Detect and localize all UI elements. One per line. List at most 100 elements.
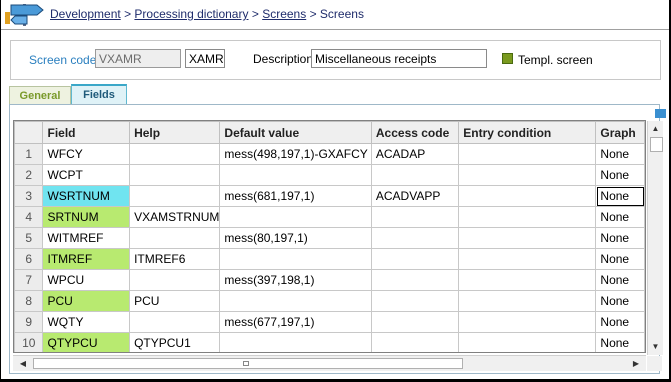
scroll-grip-icon (243, 361, 249, 366)
templ-screen-checkbox[interactable] (502, 53, 513, 64)
cell-help[interactable]: PCU (129, 290, 221, 312)
table-row[interactable]: 7 WPCU mess(397,198,1) None (14, 269, 645, 291)
cell-help[interactable] (129, 185, 221, 207)
column-header-graph[interactable]: Graph (595, 121, 645, 144)
cell-access-code[interactable] (370, 227, 460, 249)
table-row[interactable]: 4 SRTNUM VXAMSTRNUM None (14, 206, 645, 228)
cell-entry-condition[interactable] (458, 206, 597, 228)
column-header-access-code[interactable]: Access code (370, 121, 460, 144)
cell-access-code[interactable] (370, 269, 460, 291)
breadcrumb-separator: > (309, 7, 317, 21)
cell-help[interactable]: QTYPCU1 (129, 332, 221, 352)
cell-field[interactable]: WFCY (42, 143, 131, 165)
panel-menu-icon[interactable] (655, 109, 666, 118)
cell-entry-condition[interactable] (458, 164, 597, 186)
cell-entry-condition[interactable] (458, 227, 597, 249)
cell-default-value[interactable] (219, 164, 372, 186)
cell-graph[interactable]: None (595, 164, 645, 186)
table-row[interactable]: 6 ITMREF ITMREF6 None (14, 248, 645, 270)
cell-graph[interactable]: None (595, 332, 645, 352)
cell-help[interactable] (129, 311, 221, 333)
row-number-header (14, 121, 44, 144)
column-header-help[interactable]: Help (129, 121, 221, 144)
tab-general[interactable]: General (9, 86, 71, 104)
cell-entry-condition[interactable] (458, 332, 597, 352)
cell-graph[interactable]: None (595, 248, 645, 270)
table-row[interactable]: 9 WQTY mess(677,197,1) None (14, 311, 645, 333)
cell-access-code[interactable] (370, 164, 460, 186)
cell-field[interactable]: ITMREF (42, 248, 131, 270)
table-row[interactable]: 1 WFCY mess(498,197,1)-GXAFCY ACADAP None (14, 143, 645, 165)
arrow-up-icon[interactable]: ▲ (649, 122, 662, 136)
description-field[interactable]: Miscellaneous receipts (311, 49, 487, 68)
cell-entry-condition[interactable] (458, 311, 597, 333)
cell-entry-condition[interactable] (458, 143, 597, 165)
cell-field[interactable]: WITMREF (42, 227, 131, 249)
tab-fields[interactable]: Fields (71, 84, 127, 105)
breadcrumb-processing-dictionary[interactable]: Processing dictionary (134, 7, 248, 21)
cell-graph[interactable]: None (595, 311, 645, 333)
horizontal-scroll-thumb[interactable] (33, 358, 463, 369)
cell-access-code[interactable] (370, 332, 460, 352)
cell-entry-condition[interactable] (458, 269, 597, 291)
cell-field[interactable]: WQTY (42, 311, 131, 333)
cell-access-code[interactable]: ACADVAPP (370, 185, 460, 207)
screen-code-field[interactable]: VXAMR (95, 49, 181, 68)
vertical-scrollbar[interactable]: ▲ ▼ (647, 121, 663, 355)
table-row[interactable]: 8 PCU PCU None (14, 290, 645, 312)
cell-field[interactable]: WPCU (42, 269, 131, 291)
cell-graph[interactable]: None (595, 143, 645, 165)
cell-default-value[interactable]: mess(677,197,1) (219, 311, 372, 333)
cell-access-code[interactable]: ACADAP (370, 143, 460, 165)
cell-graph[interactable]: None (595, 227, 645, 249)
cell-access-code[interactable] (370, 290, 460, 312)
cell-default-value[interactable] (219, 206, 372, 228)
cell-help[interactable]: VXAMSTRNUM (129, 206, 221, 228)
cell-default-value[interactable]: mess(498,197,1)-GXAFCY (219, 143, 372, 165)
arrow-left-icon[interactable]: ◀ (16, 356, 30, 371)
cell-access-code[interactable] (370, 248, 460, 270)
cell-access-code[interactable] (370, 206, 460, 228)
cell-access-code[interactable] (370, 311, 460, 333)
cell-help[interactable] (129, 227, 221, 249)
cell-help[interactable] (129, 164, 221, 186)
cell-field[interactable]: SRTNUM (42, 206, 131, 228)
table-row[interactable]: 3 WSRTNUM mess(681,197,1) ACADVAPP None (14, 185, 645, 207)
cell-entry-condition[interactable] (458, 248, 597, 270)
breadcrumb-screens[interactable]: Screens (262, 7, 306, 21)
cell-help[interactable] (129, 143, 221, 165)
column-header-default-value[interactable]: Default value (219, 121, 372, 144)
cell-default-value[interactable] (219, 290, 372, 312)
cell-default-value[interactable]: mess(681,197,1) (219, 185, 372, 207)
cell-default-value[interactable] (219, 332, 372, 352)
table-row[interactable]: 5 WITMREF mess(80,197,1) None (14, 227, 645, 249)
breadcrumb: Development > Processing dictionary > Sc… (50, 7, 364, 21)
cell-graph[interactable]: None (595, 206, 645, 228)
row-number: 5 (14, 227, 44, 249)
cell-entry-condition[interactable] (458, 290, 597, 312)
cell-graph[interactable]: None (595, 290, 645, 312)
breadcrumb-development[interactable]: Development (50, 7, 121, 21)
cell-field[interactable]: WCPT (42, 164, 131, 186)
signpost-icon[interactable] (5, 2, 45, 26)
table-row[interactable]: 10 QTYPCU QTYPCU1 None (14, 332, 645, 352)
column-header-field[interactable]: Field (42, 121, 131, 144)
arrow-right-icon[interactable]: ▶ (629, 356, 643, 371)
cell-help[interactable] (129, 269, 221, 291)
cell-field[interactable]: WSRTNUM (42, 185, 131, 207)
vertical-scroll-thumb[interactable] (650, 137, 663, 152)
cell-default-value[interactable] (219, 248, 372, 270)
horizontal-scrollbar[interactable]: ◀ ▶ (13, 355, 646, 371)
cell-default-value[interactable]: mess(80,197,1) (219, 227, 372, 249)
arrow-down-icon[interactable]: ▼ (649, 340, 662, 354)
cell-help[interactable]: ITMREF6 (129, 248, 221, 270)
cell-graph[interactable]: None (595, 185, 645, 207)
screen-code-alt-field[interactable]: XAMR (185, 49, 225, 68)
column-header-entry-condition[interactable]: Entry condition (458, 121, 597, 144)
cell-entry-condition[interactable] (458, 185, 597, 207)
cell-graph[interactable]: None (595, 269, 645, 291)
cell-field[interactable]: PCU (42, 290, 131, 312)
cell-field[interactable]: QTYPCU (42, 332, 131, 352)
cell-default-value[interactable]: mess(397,198,1) (219, 269, 372, 291)
table-row[interactable]: 2 WCPT None (14, 164, 645, 186)
